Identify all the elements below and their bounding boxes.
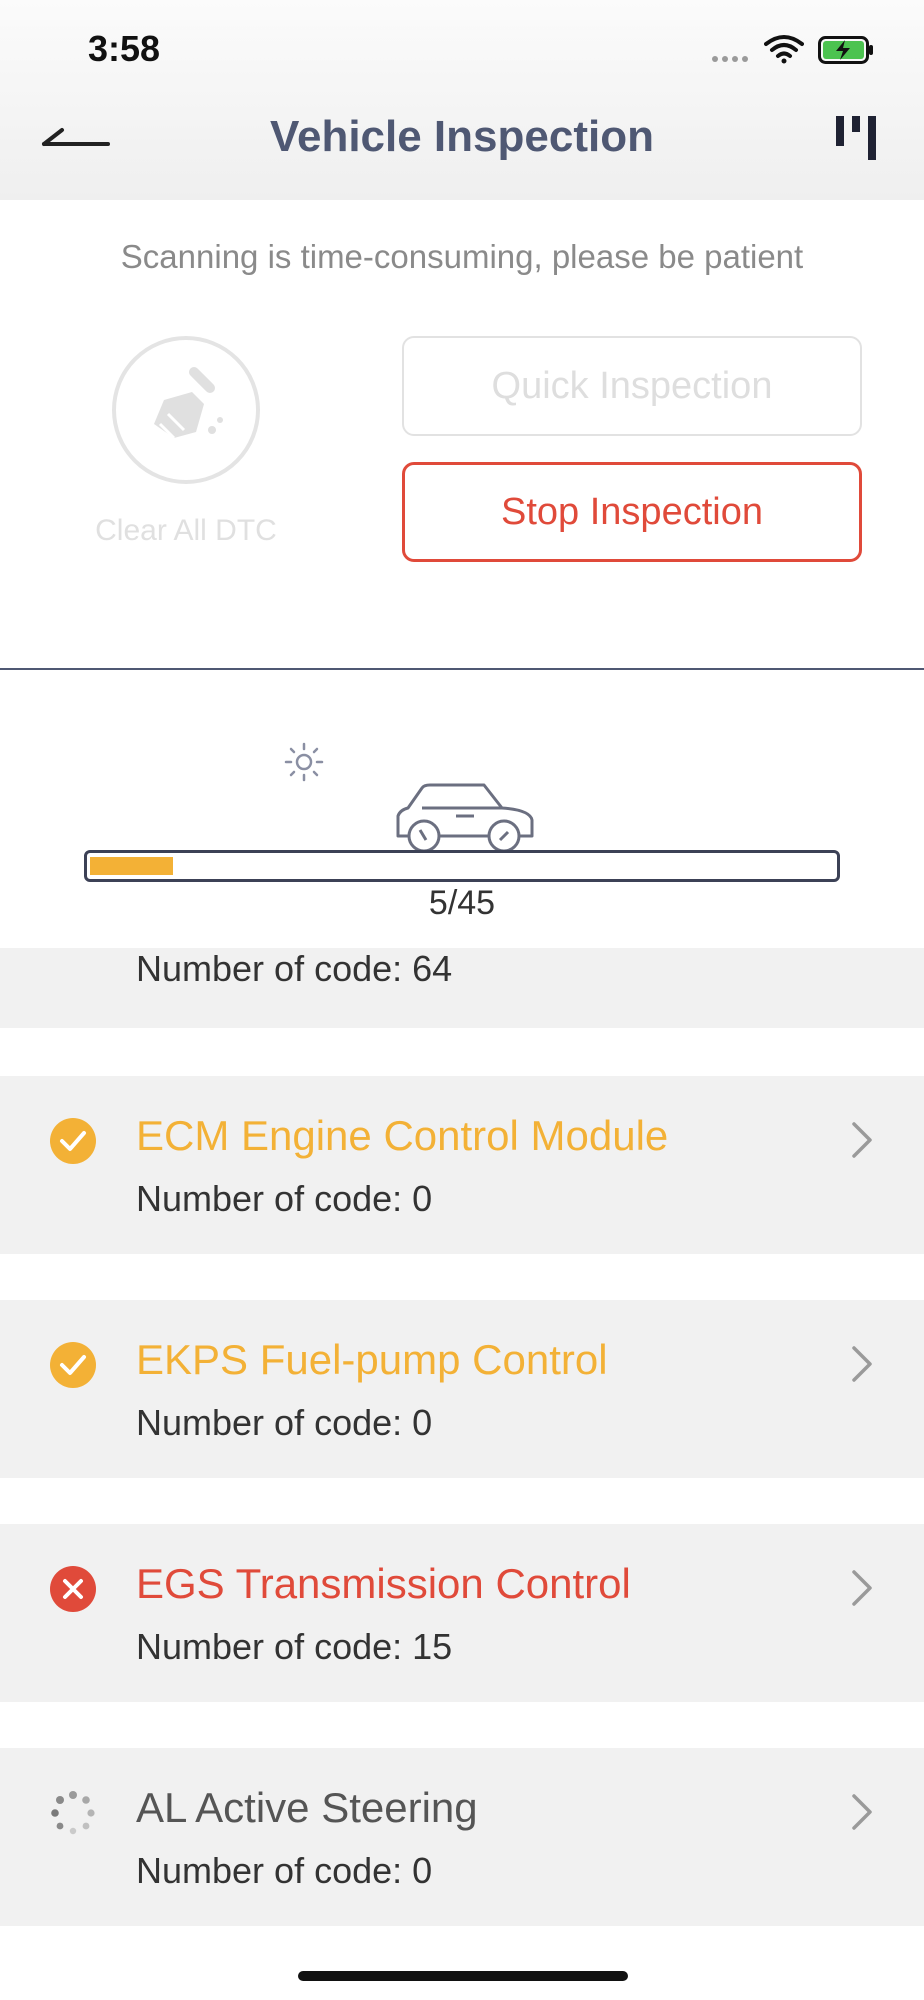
error-circle-icon <box>50 1566 96 1612</box>
module-code-count: Number of code: 0 <box>136 1850 433 1891</box>
list-item-ekps[interactable]: EKPS Fuel-pump Control Number of code: 0 <box>0 1300 924 1478</box>
module-code-count: Number of code: 0 <box>136 1178 433 1219</box>
chevron-right-icon <box>852 1346 872 1382</box>
scan-progress-label: 5/45 <box>428 884 496 922</box>
chevron-right-icon <box>852 1570 872 1606</box>
module-name: EKPS Fuel-pump Control <box>136 1336 608 1383</box>
list-item-egs[interactable]: EGS Transmission Control Number of code:… <box>0 1524 924 1702</box>
scan-progress-bar <box>84 850 840 882</box>
pause-menu-icon[interactable] <box>826 112 886 168</box>
quick-inspection-button[interactable]: Quick Inspection <box>402 336 862 436</box>
check-circle-icon <box>50 1118 96 1164</box>
module-code-count: Number of code: 15 <box>136 1626 453 1667</box>
module-code-count: Number of code: 64 <box>136 948 453 989</box>
car-icon <box>396 783 534 852</box>
chevron-right-icon <box>852 1794 872 1830</box>
sun-icon <box>284 742 324 782</box>
wifi-icon <box>764 35 804 64</box>
battery-charging-icon <box>818 36 873 64</box>
module-name: ECM Engine Control Module <box>136 1112 669 1159</box>
broom-icon <box>154 367 223 440</box>
check-circle-icon <box>50 1342 96 1388</box>
clear-dtc-label: Clear All DTC <box>95 514 277 547</box>
page-title: Vehicle Inspection <box>270 112 654 161</box>
status-time: 3:58 <box>88 28 161 69</box>
section-divider <box>0 668 924 670</box>
list-item-partial[interactable]: Number of code: 64 <box>0 948 924 1028</box>
module-name: EGS Transmission Control <box>136 1560 631 1607</box>
stop-inspection-button[interactable]: Stop Inspection <box>402 462 862 562</box>
home-indicator <box>298 1971 628 1981</box>
module-name: AL Active Steering <box>136 1784 478 1831</box>
module-code-count: Number of code: 0 <box>136 1402 433 1443</box>
navigation-bar: 3:58 Vehicle Inspection <box>0 0 924 200</box>
cellular-signal-icon <box>712 56 748 62</box>
scan-hint-text: Scanning is time-consuming, please be pa… <box>120 238 804 275</box>
scan-progress-fill <box>90 857 173 875</box>
clear-all-dtc-button[interactable]: Clear All DTC <box>86 332 286 552</box>
list-item-ecm[interactable]: ECM Engine Control Module Number of code… <box>0 1076 924 1254</box>
chevron-right-icon <box>852 1122 872 1158</box>
list-item-al[interactable]: AL Active Steering Number of code: 0 <box>0 1748 924 1926</box>
loading-spinner-icon <box>51 1791 95 1835</box>
